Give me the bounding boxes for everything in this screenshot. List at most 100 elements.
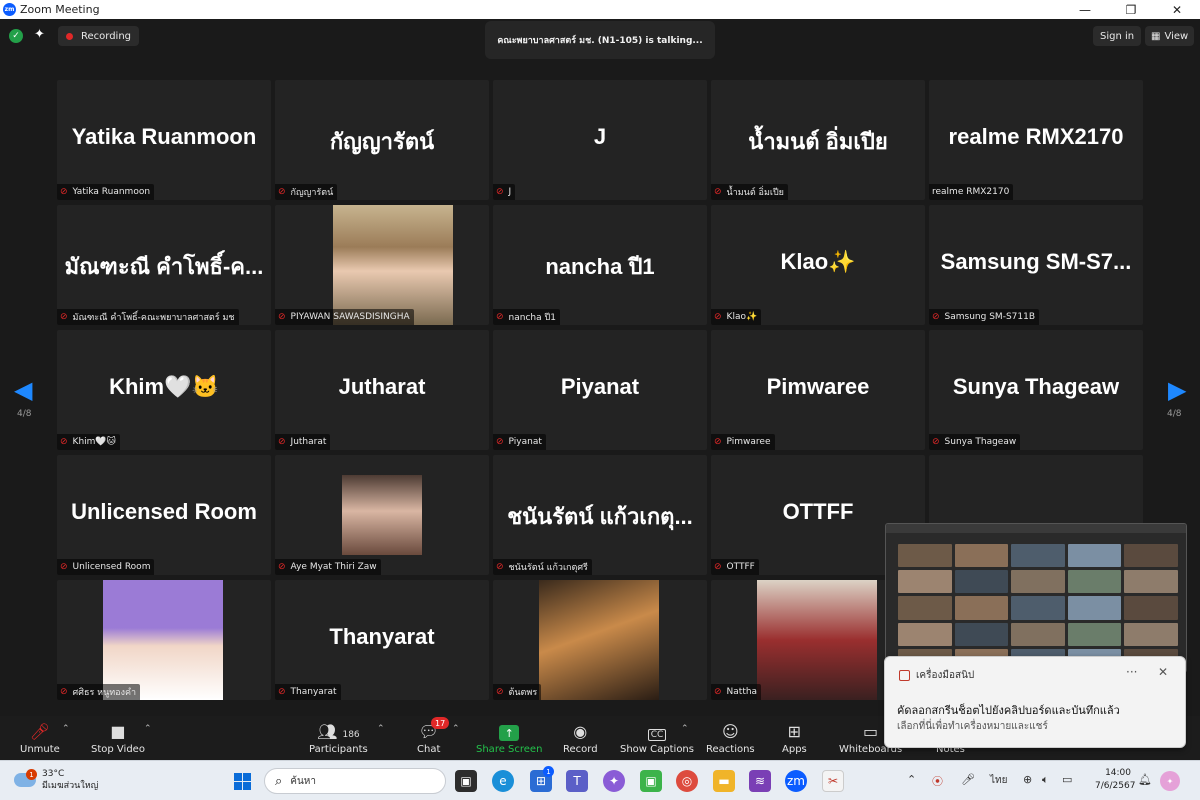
- copilot-icon[interactable]: ✦: [603, 770, 625, 792]
- participant-tile[interactable]: Khim🤍🐱 ⊘ Khim🤍🐱: [57, 330, 271, 450]
- participant-name-label: nancha ปี1: [508, 313, 556, 323]
- video-options-chevron-icon[interactable]: ⌃: [144, 724, 152, 734]
- snipping-tool-notification[interactable]: เครื่องมือสนิป ··· ✕ คัดลอกสกรีนช็อตไปยั…: [884, 656, 1186, 748]
- participant-name-tag: ⊘ PIYAWAN SAWASDISINGHA: [275, 309, 414, 325]
- taskbar-clock[interactable]: 14:00 7/6/2567: [1095, 767, 1135, 793]
- taskbar-search-input[interactable]: ⌕ ค้นหา: [264, 768, 446, 794]
- clock-time: 14:00: [1105, 768, 1131, 778]
- participant-name-label: Yatika Ruanmoon: [72, 187, 151, 197]
- microphone-muted-icon: ⊘: [278, 562, 286, 572]
- participant-tile[interactable]: ⊘ PIYAWAN SAWASDISINGHA: [275, 205, 489, 325]
- participant-tile[interactable]: Yatika Ruanmoon ⊘ Yatika Ruanmoon: [57, 80, 271, 200]
- participant-tile[interactable]: มัณฑะณี คำโพธิ์-ค... ⊘ มัณฑะณี คำโพธิ์-คณะ…: [57, 205, 271, 325]
- captions-options-chevron-icon[interactable]: ⌃: [681, 724, 689, 734]
- participant-name-tag: ⊘ Nattha: [711, 684, 762, 700]
- participant-tile[interactable]: ⊘ Aye Myat Thiri Zaw: [275, 455, 489, 575]
- recording-indicator[interactable]: Recording: [58, 26, 140, 46]
- tray-microphone-icon[interactable]: 🎤︎: [961, 773, 975, 786]
- participant-tile[interactable]: น้ำมนต์ อิ่มเปีย ⊘ น้ำมนต์ อิ่มเปีย: [711, 80, 925, 200]
- participant-tile[interactable]: ชนันรัตน์ แก้วเกตุ... ⊘ ชนันรัตน์ แก้วเกตุ…: [493, 455, 707, 575]
- file-explorer-icon[interactable]: ▬: [713, 770, 735, 792]
- participant-tile[interactable]: กัญญารัตน์ ⊘ กัญญารัตน์: [275, 80, 489, 200]
- view-label: View: [1164, 30, 1189, 42]
- apps-button[interactable]: ⊞ Apps: [782, 716, 807, 760]
- participant-display-name: Pimwaree: [766, 374, 870, 399]
- participant-name-label: น้ำมนต์ อิ่มเปีย: [726, 188, 784, 198]
- copilot-tray-icon[interactable]: ✦: [1160, 771, 1180, 791]
- input-language[interactable]: ไทย: [990, 773, 1007, 788]
- participant-tile[interactable]: Thanyarat ⊘ Thanyarat: [275, 580, 489, 700]
- close-button[interactable]: ✕: [1154, 0, 1200, 19]
- participant-tile[interactable]: Unlicensed Room ⊘ Unlicensed Room: [57, 455, 271, 575]
- chat-options-chevron-icon[interactable]: ⌃: [452, 724, 460, 734]
- video-camera-icon: ■: [110, 722, 126, 741]
- participant-tile[interactable]: Klao✨ ⊘ Klao✨: [711, 205, 925, 325]
- microphone-muted-icon: ⊘: [496, 187, 504, 197]
- reactions-button[interactable]: ☺ Reactions: [706, 716, 755, 760]
- microphone-muted-icon: ⊘: [714, 312, 722, 322]
- media-app-icon[interactable]: ≋: [749, 770, 771, 792]
- minimize-button[interactable]: —: [1062, 0, 1108, 19]
- participant-tile[interactable]: Piyanat ⊘ Piyanat: [493, 330, 707, 450]
- participant-tile[interactable]: ⊘ ต้นตพร: [493, 580, 707, 700]
- edge-browser-icon[interactable]: e: [492, 770, 514, 792]
- participant-name-label: Aye Myat Thiri Zaw: [290, 562, 377, 572]
- participant-tile[interactable]: realme RMX2170 realme RMX2170: [929, 80, 1143, 200]
- participant-tile[interactable]: Samsung SM-S7... ⊘ Samsung SM-S711B: [929, 205, 1143, 325]
- security-shield-icon[interactable]: ✓: [9, 29, 23, 43]
- audio-options-chevron-icon[interactable]: ⌃: [62, 724, 70, 734]
- battery-icon[interactable]: ▭: [1062, 773, 1072, 786]
- tray-overflow-chevron-icon[interactable]: ⌃: [907, 773, 916, 786]
- view-button[interactable]: ▦ View: [1145, 26, 1195, 46]
- thumbnail-tile: [1067, 596, 1122, 620]
- maximize-button[interactable]: ❐: [1108, 0, 1154, 19]
- share-screen-button[interactable]: ↑ Share Screen: [476, 716, 542, 760]
- participant-name-tag: ⊘ ต้นตพร: [493, 684, 542, 700]
- participant-tile[interactable]: J ⊘ J: [493, 80, 707, 200]
- snipping-tool-taskbar-icon[interactable]: ✂: [822, 770, 844, 792]
- previous-page-icon[interactable]: ◀: [14, 376, 32, 404]
- participant-tile[interactable]: nancha ปี1 ⊘ nancha ปี1: [493, 205, 707, 325]
- thumbnail-tile: [1067, 622, 1122, 646]
- chrome-icon[interactable]: ◎: [676, 770, 698, 792]
- windows-start-icon[interactable]: [234, 773, 251, 790]
- zoom-taskbar-icon[interactable]: zm: [785, 770, 807, 792]
- participant-tile[interactable]: Pimwaree ⊘ Pimwaree: [711, 330, 925, 450]
- volume-icon[interactable]: 🔈︎: [1042, 773, 1049, 787]
- microphone-muted-icon: ⊘: [496, 437, 504, 447]
- page-counter-left: 4/8: [17, 409, 32, 419]
- participant-name-label: Pimwaree: [726, 437, 771, 447]
- participant-name-tag: ⊘ กัญญารัตน์: [275, 184, 338, 200]
- participant-name-tag: ⊘ Samsung SM-S711B: [929, 309, 1040, 325]
- participant-tile[interactable]: Sunya Thageaw ⊘ Sunya Thageaw: [929, 330, 1143, 450]
- thumbnail-tile: [1124, 622, 1178, 646]
- meeting-stage: ✓ ✦ Recording คณะพยาบาลศาสตร์ มช. (N1-10…: [0, 19, 1200, 716]
- search-icon: ⌕: [275, 773, 283, 789]
- participant-tile[interactable]: ⊘ ศศิธร หนูทองคำ: [57, 580, 271, 700]
- unmute-button[interactable]: 🎤︎ Unmute: [20, 716, 60, 760]
- stop-video-button[interactable]: ■ Stop Video: [91, 716, 145, 760]
- participants-options-chevron-icon[interactable]: ⌃: [377, 724, 385, 734]
- show-captions-button[interactable]: CC Show Captions: [620, 716, 694, 760]
- microphone-muted-icon: ⊘: [278, 687, 286, 697]
- network-icon[interactable]: ⊕: [1023, 773, 1032, 786]
- next-page-icon[interactable]: ▶: [1168, 376, 1186, 404]
- weather-widget[interactable]: 1 33°C มีเมฆส่วนใหญ่: [14, 768, 98, 792]
- tray-camera-icon[interactable]: ⦿: [932, 773, 943, 789]
- more-options-icon[interactable]: ···: [1126, 665, 1137, 679]
- participant-name-label: กัญญารัตน์: [290, 188, 334, 198]
- line-app-icon[interactable]: ▣: [640, 770, 662, 792]
- participant-tile[interactable]: Jutharat ⊘ Jutharat: [275, 330, 489, 450]
- thumbnail-tile: [1067, 570, 1122, 594]
- sign-in-button[interactable]: Sign in: [1093, 26, 1142, 46]
- task-view-icon[interactable]: ▣: [455, 770, 477, 792]
- participant-name-tag: ⊘ ศศิธร หนูทองคำ: [57, 684, 141, 700]
- record-button[interactable]: ◉ Record: [563, 716, 598, 760]
- notification-bell-icon[interactable]: 🔔︎: [1138, 773, 1152, 786]
- ai-companion-icon[interactable]: ✦: [34, 27, 45, 42]
- participants-button[interactable]: 👥︎ 186 Participants: [309, 716, 368, 760]
- close-notification-icon[interactable]: ✕: [1158, 665, 1168, 679]
- screenshot-preview-thumbnail[interactable]: [885, 523, 1187, 673]
- teams-icon[interactable]: T: [566, 770, 588, 792]
- thumbnail-tile: [1011, 622, 1065, 646]
